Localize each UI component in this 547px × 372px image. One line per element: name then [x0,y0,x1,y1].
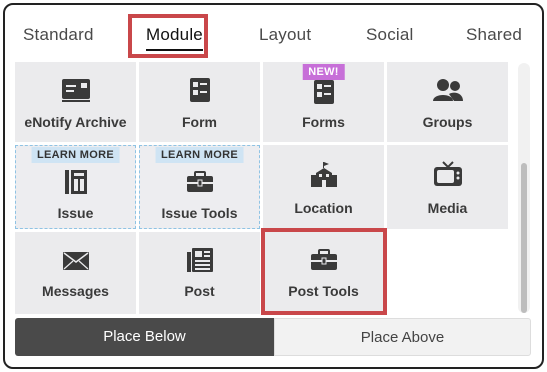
tile-label: Post Tools [288,283,359,299]
tile-forms[interactable]: NEW! Forms [263,62,384,142]
newspaper-icon [186,248,213,272]
tab-social[interactable]: Social [366,25,414,45]
new-badge: NEW! [302,64,345,80]
tile-label: Issue Tools [161,205,238,221]
tile-location[interactable]: Location [263,145,384,229]
tile-label: Issue [57,205,94,221]
tile-label: Post [184,283,215,299]
briefcase-icon [186,171,213,192]
tile-messages[interactable]: Messages [15,232,136,314]
tab-bar: Standard Module Layout Social Shared [5,5,542,61]
tab-layout[interactable]: Layout [259,25,311,45]
place-below-button[interactable]: Place Below [15,318,274,356]
tile-form[interactable]: Form [139,62,260,142]
tab-shared[interactable]: Shared [466,25,522,45]
scrollbar-thumb[interactable] [521,163,527,313]
tile-post[interactable]: Post [139,232,260,314]
tile-issue[interactable]: LEARN MORE Issue [15,145,136,229]
tab-standard[interactable]: Standard [23,25,94,45]
school-building-icon [310,162,337,187]
learn-more-badge[interactable]: LEARN MORE [31,147,120,163]
tab-social-label: Social [366,25,414,44]
issue-icon [64,170,87,194]
tile-label: Groups [422,114,473,130]
tile-label: Form [182,114,217,130]
learn-more-badge[interactable]: LEARN MORE [155,147,244,163]
envelope-icon [62,252,89,270]
groups-icon [432,79,463,101]
tile-post-tools[interactable]: Post Tools [263,232,384,314]
tile-label: Media [427,200,468,216]
enotify-archive-icon [61,79,90,102]
tile-issue-tools[interactable]: LEARN MORE Issue Tools [139,145,260,229]
tab-layout-label: Layout [259,25,312,44]
module-grid: eNotify Archive Form NEW! Forms Groups L… [5,60,513,315]
tile-label: eNotify Archive [24,114,127,130]
tab-shared-label: Shared [466,25,523,44]
tile-label: Forms [302,114,345,130]
tab-standard-label: Standard [23,25,94,44]
scrollbar-track[interactable] [518,63,530,313]
tile-label: Location [294,200,353,216]
forms-icon [313,80,334,104]
form-icon [189,78,210,102]
tab-highlight-box [128,14,208,58]
tile-groups[interactable]: Groups [387,62,508,142]
placement-toggle: Place Below Place Above [15,318,531,356]
place-above-button[interactable]: Place Above [274,318,531,356]
briefcase-icon [310,249,337,270]
tile-enotify-archive[interactable]: eNotify Archive [15,62,136,142]
tv-icon [433,161,462,186]
module-picker-panel: Standard Module Layout Social Shared eNo… [3,3,544,369]
tile-media[interactable]: Media [387,145,508,229]
tile-label: Messages [42,283,109,299]
